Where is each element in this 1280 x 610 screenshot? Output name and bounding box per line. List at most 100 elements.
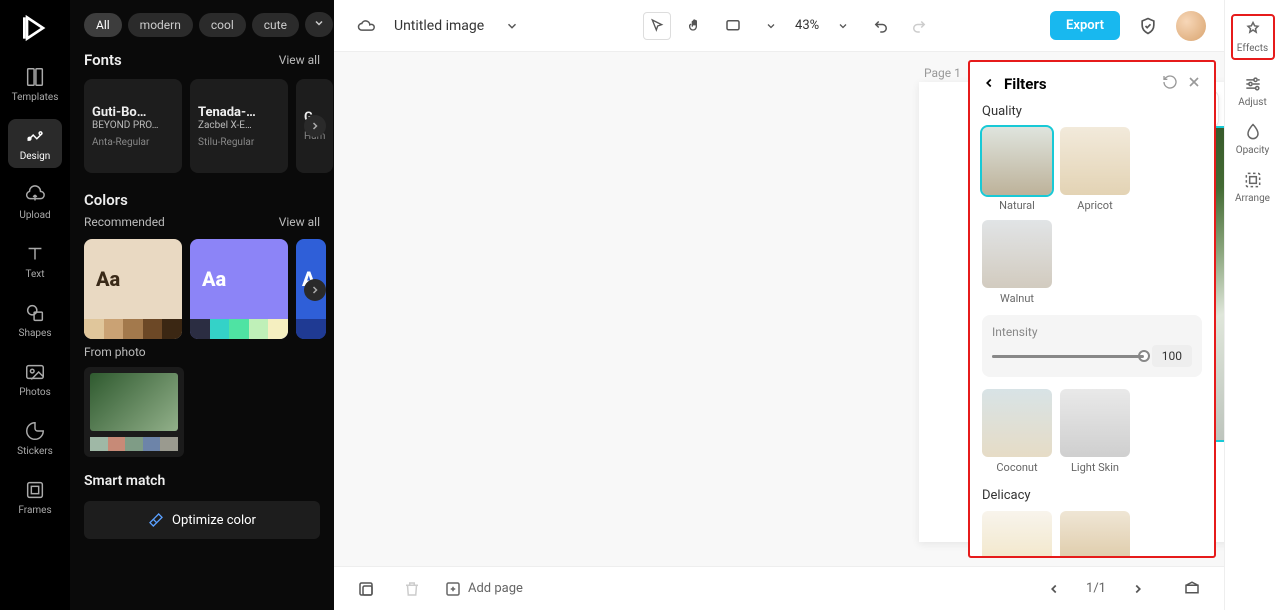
optimize-label: Optimize color: [172, 513, 256, 528]
font-card[interactable]: Guti-Bo… BEYOND PRO… Anta-Regular: [84, 79, 182, 173]
color-swatches: [296, 319, 326, 339]
rail-templates[interactable]: Templates: [8, 60, 62, 109]
color-card[interactable]: Aa: [84, 239, 182, 339]
rail-label: Stickers: [17, 446, 53, 457]
color-swatches: [190, 319, 288, 339]
prop-adjust[interactable]: Adjust: [1231, 74, 1275, 108]
font-card[interactable]: Tenada-… Zacbel X-E… Stilu-Regular: [190, 79, 288, 173]
rail-upload[interactable]: Upload: [8, 178, 62, 227]
delicacy-title: Delicacy: [982, 488, 1202, 503]
next-page-icon[interactable]: [1124, 575, 1152, 603]
prev-page-icon[interactable]: [1040, 575, 1068, 603]
zoom-value[interactable]: 43%: [795, 18, 819, 33]
rail-text[interactable]: Text: [8, 237, 62, 286]
quality-title: Quality: [982, 104, 1202, 119]
shield-icon[interactable]: [1134, 12, 1162, 40]
cursor-tool-icon[interactable]: [643, 12, 671, 40]
rail-label: Shapes: [19, 328, 52, 339]
filter-darkbrown[interactable]: Dark Brown: [1060, 511, 1130, 558]
zoom-chevron-icon[interactable]: [829, 12, 857, 40]
intensity-value[interactable]: 100: [1152, 345, 1192, 367]
redo-icon[interactable]: [905, 12, 933, 40]
chip-all[interactable]: All: [84, 13, 122, 37]
slider-knob[interactable]: [1138, 350, 1150, 362]
fonts-next-icon[interactable]: [304, 115, 326, 137]
from-photo-swatches: [90, 437, 178, 451]
from-photo-card[interactable]: [84, 367, 184, 457]
resize-tool-icon[interactable]: [719, 12, 747, 40]
intensity-control: Intensity 100: [982, 315, 1202, 377]
filters-reset-icon[interactable]: [1162, 74, 1178, 94]
colors-recommended: Recommended: [84, 215, 165, 229]
chip-modern[interactable]: modern: [128, 13, 193, 37]
filter-coconut[interactable]: Coconut: [982, 389, 1052, 474]
prop-label: Adjust: [1238, 97, 1267, 108]
fonts-viewall[interactable]: View all: [279, 53, 320, 67]
rail-label: Frames: [18, 505, 51, 516]
rail-photos[interactable]: Photos: [8, 355, 62, 404]
filter-natural[interactable]: Natural: [982, 127, 1052, 212]
color-sample: Aa: [84, 239, 182, 319]
hand-tool-icon[interactable]: [681, 12, 709, 40]
colors-viewall[interactable]: View all: [279, 215, 320, 229]
doc-title[interactable]: Untitled image: [394, 18, 484, 34]
filters-title: Filters: [1004, 75, 1154, 93]
font-name: Guti-Bo…: [92, 105, 174, 120]
colors-next-icon[interactable]: [304, 279, 326, 301]
color-card[interactable]: Aa: [190, 239, 288, 339]
add-page-label: Add page: [468, 581, 523, 596]
font-sub: Zacbel X-E…: [198, 120, 280, 131]
filter-walnut[interactable]: Walnut: [982, 220, 1052, 305]
font-meta: Anta-Regular: [92, 137, 174, 148]
color-swatches: [84, 319, 182, 339]
optimize-color-button[interactable]: Optimize color: [84, 501, 320, 539]
intensity-slider[interactable]: [992, 355, 1144, 358]
colors-title: Colors: [84, 191, 128, 209]
rail-design[interactable]: Design: [8, 119, 62, 168]
from-photo-title: From photo: [84, 345, 320, 359]
close-icon[interactable]: [1186, 74, 1202, 94]
rail-label: Upload: [19, 210, 50, 221]
smart-match-title: Smart match: [84, 473, 320, 489]
app-logo[interactable]: [19, 12, 51, 44]
fonts-title: Fonts: [84, 51, 122, 69]
filter-lightskin[interactable]: Light Skin: [1060, 389, 1130, 474]
cloud-icon[interactable]: [352, 12, 380, 40]
prop-opacity[interactable]: Opacity: [1231, 122, 1275, 156]
rail-label: Templates: [12, 92, 59, 103]
page-counter: 1/1: [1086, 581, 1106, 596]
page-label: Page 1: [924, 66, 961, 80]
font-meta: Stilu-Regular: [198, 137, 280, 148]
undo-icon[interactable]: [867, 12, 895, 40]
title-chevron-icon[interactable]: [498, 12, 526, 40]
export-button[interactable]: Export: [1050, 11, 1120, 40]
rail-stickers[interactable]: Stickers: [8, 414, 62, 463]
rail-frames[interactable]: Frames: [8, 473, 62, 522]
prop-effects[interactable]: Effects: [1231, 14, 1275, 60]
resize-chevron-icon[interactable]: [757, 12, 785, 40]
rail-shapes[interactable]: Shapes: [8, 296, 62, 345]
intensity-label: Intensity: [992, 325, 1192, 339]
prop-arrange[interactable]: Arrange: [1231, 170, 1275, 204]
add-page-button[interactable]: Add page: [444, 580, 523, 598]
from-photo-thumb: [90, 373, 178, 431]
chip-cute[interactable]: cute: [252, 13, 299, 37]
filters-back-icon[interactable]: [982, 75, 996, 94]
filter-apricot[interactable]: Apricot: [1060, 127, 1130, 212]
trash-icon[interactable]: [398, 575, 426, 603]
filters-panel: Filters Quality Natural Apricot Walnut I…: [968, 60, 1216, 558]
color-sample: Aa: [190, 239, 288, 319]
prop-label: Effects: [1237, 43, 1268, 54]
rail-label: Design: [20, 151, 51, 162]
font-name: Tenada-…: [198, 105, 280, 120]
font-sub: BEYOND PRO…: [92, 120, 174, 131]
chip-cool[interactable]: cool: [199, 13, 246, 37]
rail-label: Photos: [19, 387, 51, 398]
chip-more[interactable]: [305, 12, 333, 37]
present-icon[interactable]: [1178, 575, 1206, 603]
layers-icon[interactable]: [352, 575, 380, 603]
filter-snack[interactable]: Snack: [982, 511, 1052, 558]
avatar[interactable]: [1176, 11, 1206, 41]
rail-label: Text: [25, 269, 44, 280]
prop-label: Arrange: [1235, 193, 1270, 204]
